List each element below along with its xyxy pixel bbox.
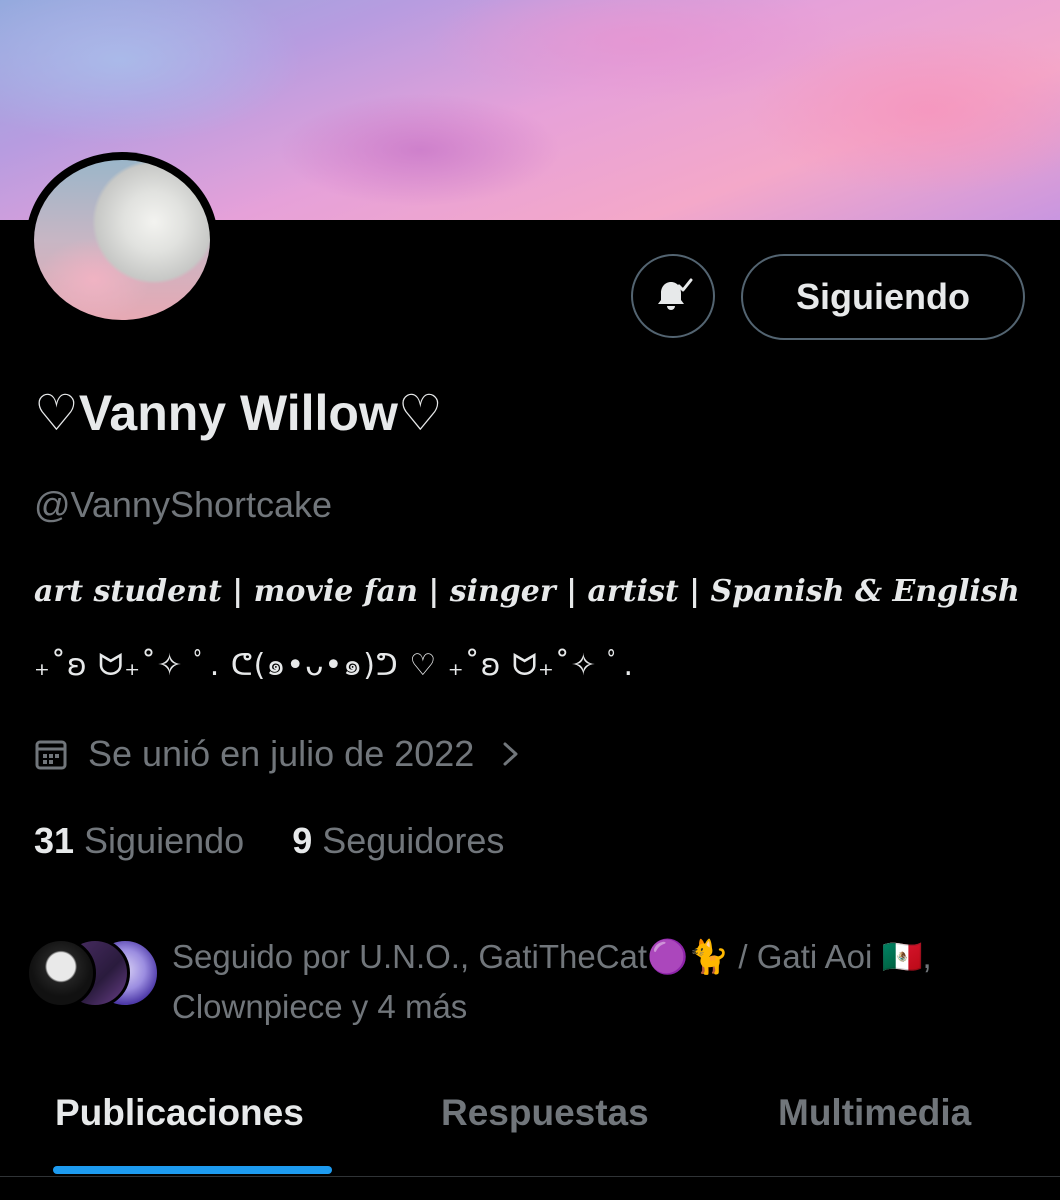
following-count: 31 bbox=[34, 820, 75, 861]
tabs-divider bbox=[0, 1176, 1060, 1177]
bio-line-1: art student | movie fan | singer | artis… bbox=[34, 574, 1020, 609]
followers-label: Seguidores bbox=[322, 820, 505, 861]
calendar-icon bbox=[35, 740, 67, 770]
followed-by-text: Seguido por U.N.O., GatiTheCat🟣🐈 / Gati … bbox=[172, 938, 932, 1025]
profile-avatar-ring bbox=[26, 152, 218, 328]
active-tab-indicator bbox=[53, 1166, 332, 1174]
tab-respuestas[interactable]: Respuestas bbox=[441, 1092, 649, 1134]
profile-avatar[interactable] bbox=[34, 160, 210, 320]
display-name: ♡Vanny Willow♡ bbox=[34, 385, 443, 441]
chevron-right-icon bbox=[503, 742, 518, 766]
following-label: Siguiendo bbox=[84, 820, 245, 861]
profile-avatar-wrap bbox=[26, 152, 234, 328]
tab-publicaciones[interactable]: Publicaciones bbox=[55, 1092, 304, 1134]
notifications-button[interactable] bbox=[631, 254, 715, 338]
followed-by-section[interactable]: Seguido por U.N.O., GatiTheCat🟣🐈 / Gati … bbox=[26, 936, 1046, 1026]
tab-multimedia[interactable]: Multimedia bbox=[778, 1092, 971, 1134]
bell-check-icon bbox=[658, 278, 693, 310]
join-date-row[interactable]: Se unió en julio de 2022 bbox=[34, 732, 522, 776]
followers-stat[interactable]: 9 Seguidores bbox=[292, 820, 504, 862]
user-handle: @VannyShortcake bbox=[34, 484, 333, 525]
follow-stats: 31 Siguiendo 9 Seguidores bbox=[34, 820, 504, 862]
profile-tabs: Publicaciones Respuestas Multimedia bbox=[0, 1082, 1060, 1178]
follower-avatar bbox=[26, 938, 96, 1008]
followed-by-avatars bbox=[26, 938, 160, 1010]
following-stat[interactable]: 31 Siguiendo bbox=[34, 820, 244, 862]
followers-count: 9 bbox=[292, 820, 313, 861]
join-date-text: Se unió en julio de 2022 bbox=[88, 733, 475, 774]
following-button[interactable]: Siguiendo bbox=[741, 254, 1025, 340]
bio-line-2: ₊˚ʚ ᗢ₊˚✧ ﾟ. ᕦ(๑•ᴗ•๑)ᕤ ♡ ₊˚ʚ ᗢ₊˚✧ ﾟ. bbox=[34, 648, 635, 683]
